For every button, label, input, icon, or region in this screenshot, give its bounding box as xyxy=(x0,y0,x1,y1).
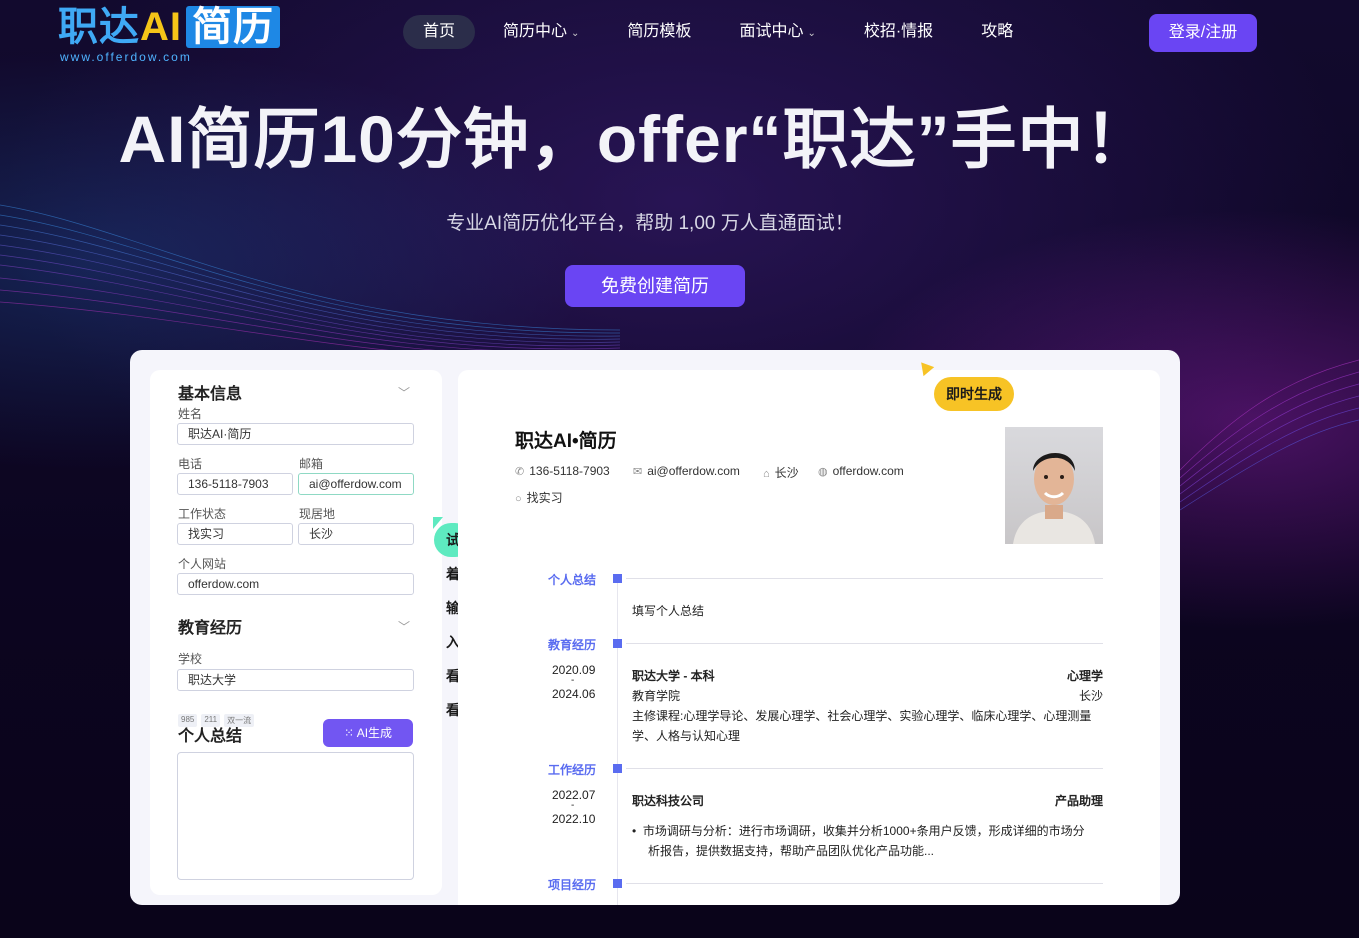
resume-website: ◍ offerdow.com xyxy=(818,464,904,478)
nav-home[interactable]: 首页 xyxy=(403,15,476,49)
resume-status: ○ 找实习 xyxy=(515,491,563,505)
timeline-dot xyxy=(613,764,622,773)
section-summary-label: 个人总结 xyxy=(548,573,597,587)
logo-url: www.offerdow.com xyxy=(60,50,192,64)
nav-resume-templates[interactable]: 简历模板 xyxy=(607,15,711,49)
edu-end-date: 2024.06 xyxy=(552,687,596,701)
logo-text-cn: 职达 xyxy=(58,5,140,49)
summary-textarea[interactable] xyxy=(177,752,414,880)
edu-major: 心理学 xyxy=(1067,669,1104,683)
timeline-line xyxy=(617,578,618,905)
nav-interview-center[interactable]: 面试中心 ⌄ xyxy=(719,15,835,49)
timeline-dot xyxy=(613,639,622,648)
home-icon: ⌂ xyxy=(763,468,770,480)
ai-generate-button[interactable]: ⁙ AI生成 xyxy=(323,719,413,747)
name-input[interactable]: 职达AI·简历 xyxy=(177,423,414,445)
website-input[interactable]: offerdow.com xyxy=(177,573,414,595)
mail-icon: ✉ xyxy=(633,466,643,478)
nav-campus-info[interactable]: 校招·情报 xyxy=(844,15,953,49)
school-input[interactable]: 职达大学 xyxy=(177,669,414,691)
resume-name: 职达AI•简历 xyxy=(515,431,617,452)
demo-card: 基本信息 ﹀ 姓名 职达AI·简历 电话 136-5118-7903 邮箱 ai… xyxy=(130,350,1180,905)
instant-generate-badge: 即时生成 xyxy=(934,377,1014,411)
section-divider xyxy=(626,768,1103,769)
education-title: 教育经历 xyxy=(178,620,243,637)
section-work-label: 工作经历 xyxy=(548,763,597,777)
chevron-down-icon[interactable]: ﹀ xyxy=(398,384,410,401)
phone-label: 电话 xyxy=(178,457,203,471)
profile-photo xyxy=(1005,427,1103,544)
section-divider xyxy=(626,578,1103,579)
work-date-dash: - xyxy=(571,800,575,811)
hero-title: AI简历10分钟，offer“职达”手中！ xyxy=(118,102,1152,176)
edu-date-dash: - xyxy=(571,675,575,686)
logo-text-ai: AI xyxy=(140,5,182,49)
email-input[interactable]: ai@offerdow.com xyxy=(298,473,414,495)
create-resume-button[interactable]: 免费创建简历 xyxy=(565,265,745,307)
sparkle-icon: ⁙ xyxy=(343,726,357,740)
edu-school-degree: 职达大学 - 本科 xyxy=(632,669,715,683)
name-label: 姓名 xyxy=(178,407,203,421)
person-avatar-icon xyxy=(1013,452,1095,544)
work-bullet-line2: 析报告，提供数据支持，帮助产品团队优化产品功能... xyxy=(648,844,935,858)
resume-email: ✉ ai@offerdow.com xyxy=(633,464,740,478)
logo[interactable]: 职达AI 简历 www.offerdow.com xyxy=(58,6,310,66)
section-divider xyxy=(626,883,1103,884)
city-input[interactable]: 长沙 xyxy=(298,523,414,545)
work-end-date: 2022.10 xyxy=(552,812,596,826)
school-label: 学校 xyxy=(178,652,203,666)
status-input[interactable]: 找实习 xyxy=(177,523,293,545)
website-label: 个人网站 xyxy=(178,557,227,571)
section-divider xyxy=(626,643,1103,644)
email-label: 邮箱 xyxy=(299,457,324,471)
chevron-down-icon[interactable]: ﹀ xyxy=(398,618,410,635)
bullet-icon: • xyxy=(632,824,643,838)
top-header: 职达AI 简历 www.offerdow.com 首页 简历中心 ⌄ 简历模板 面试… xyxy=(0,0,1359,70)
timeline-dot xyxy=(613,879,622,888)
city-label: 现居地 xyxy=(299,507,336,521)
chevron-down-icon: ⌄ xyxy=(807,28,816,39)
logo-text-box: 简历 xyxy=(186,6,280,48)
nav-resume-center[interactable]: 简历中心 ⌄ xyxy=(483,15,599,49)
phone-input[interactable]: 136-5118-7903 xyxy=(177,473,293,495)
resume-phone: ✆ 136-5118-7903 xyxy=(515,464,610,478)
work-company: 职达科技公司 xyxy=(632,794,705,808)
status-icon: ○ xyxy=(515,493,522,505)
login-register-button[interactable]: 登录/注册 xyxy=(1149,14,1257,52)
section-education-label: 教育经历 xyxy=(548,638,597,652)
basic-info-title: 基本信息 xyxy=(178,386,243,403)
edu-college: 教育学院 xyxy=(632,689,681,703)
resume-city: ⌂ 长沙 xyxy=(763,466,799,480)
work-bullet-line1: • 市场调研与分析：进行市场调研，收集并分析1000+条用户反馈，形成详细的市场… xyxy=(632,824,1085,838)
phone-icon: ✆ xyxy=(515,466,525,478)
summary-title: 个人总结 xyxy=(178,728,243,745)
chevron-down-icon: ⌄ xyxy=(571,28,580,39)
resume-form-panel: 基本信息 ﹀ 姓名 职达AI·简历 电话 136-5118-7903 邮箱 ai… xyxy=(150,370,472,895)
summary-text: 填写个人总结 xyxy=(632,604,705,618)
globe-icon: ◍ xyxy=(818,466,828,478)
edu-courses-line2: 学、人格与认知心理 xyxy=(632,729,741,743)
edu-city: 长沙 xyxy=(1079,689,1104,703)
edu-courses-line1: 主修课程:心理学导论、发展心理学、社会心理学、实验心理学、临床心理学、心理测量 xyxy=(632,709,1092,723)
timeline-dot xyxy=(613,574,622,583)
work-position: 产品助理 xyxy=(1055,794,1104,808)
resume-preview: 职达AI•简历 ✆ 136-5118-7903 ✉ ai@offerdow.com … xyxy=(458,370,1160,905)
main-nav: 首页 简历中心 ⌄ 简历模板 面试中心 ⌄ 校招·情报 攻略 xyxy=(403,15,1041,49)
logo-wordmark: 职达AI 简历 xyxy=(58,6,280,48)
nav-guides[interactable]: 攻略 xyxy=(961,15,1033,49)
status-label: 工作状态 xyxy=(178,507,227,521)
section-project-label: 项目经历 xyxy=(548,878,597,892)
hero-subtitle: 专业AI简历优化平台，帮助 1,00 万人直通面试！ xyxy=(446,213,854,234)
